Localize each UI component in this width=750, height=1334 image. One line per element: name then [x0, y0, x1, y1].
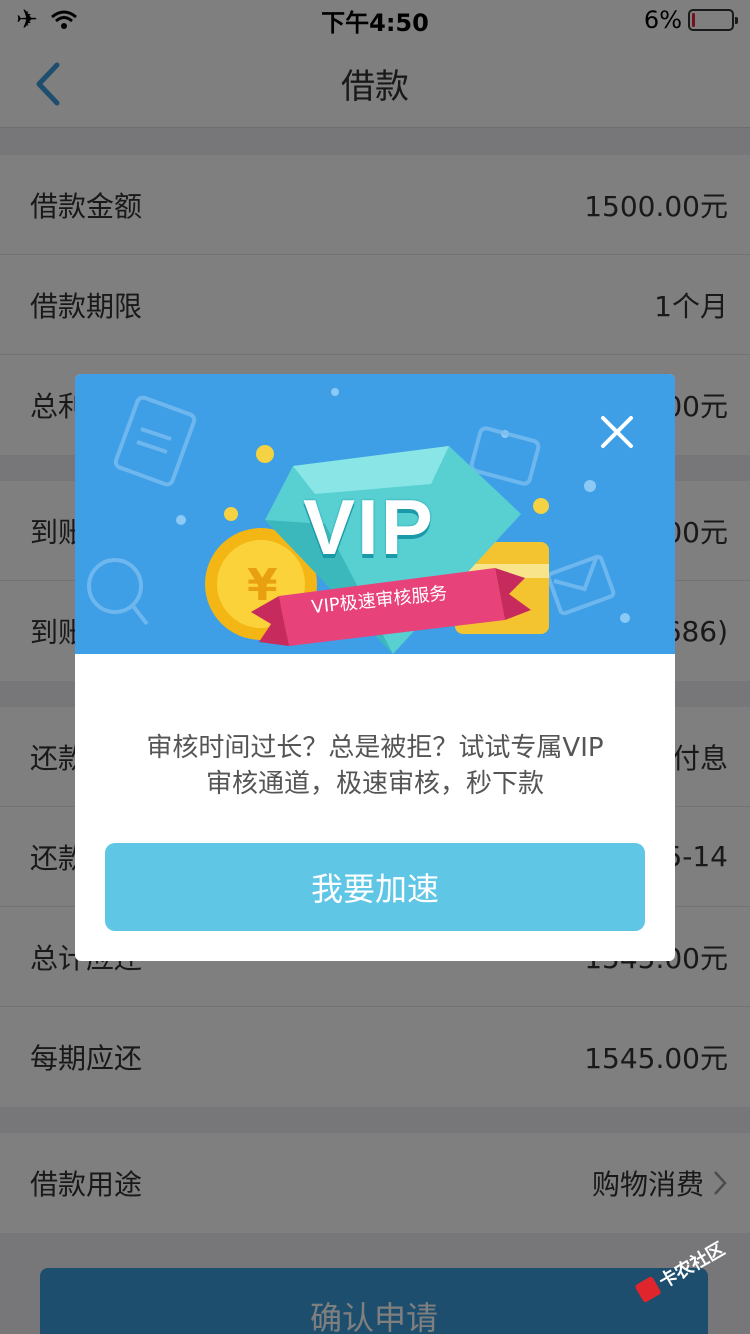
- loan-page: ✈ 下午4:50 6% 借款 借款金额1500.00元借款期限1个月总利息45.…: [0, 0, 750, 1334]
- magnifier-icon: [87, 558, 149, 626]
- close-icon[interactable]: [599, 414, 635, 450]
- document-icon: [113, 395, 197, 487]
- vip-modal: ¥ VIP VIP极速审核服务 审核时间过长？总是被拒？试试专属VIP 审核通道…: [75, 374, 675, 961]
- speed-up-button[interactable]: 我要加速: [105, 843, 645, 931]
- envelope-icon: [546, 554, 616, 616]
- vip-message-line1: 审核时间过长？总是被拒？试试专属VIP: [146, 733, 604, 763]
- vip-message-line2: 审核通道，极速审核，秒下款: [205, 769, 544, 799]
- vip-message: 审核时间过长？总是被拒？试试专属VIP 审核通道，极速审核，秒下款: [75, 730, 675, 802]
- vip-banner: ¥ VIP VIP极速审核服务: [75, 374, 675, 654]
- vip-title: VIP: [303, 483, 435, 571]
